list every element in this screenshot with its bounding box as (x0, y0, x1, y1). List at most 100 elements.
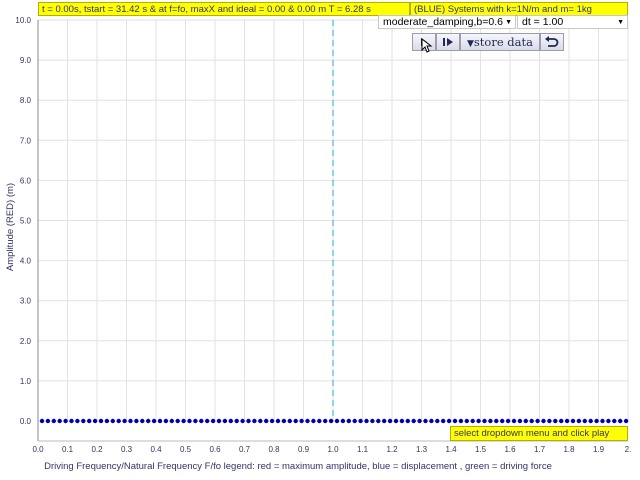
displacement-point (334, 418, 340, 424)
displacement-point (511, 418, 517, 424)
displacement-point (352, 418, 357, 424)
displacement-point (523, 418, 528, 424)
displacement-point (323, 418, 328, 424)
displacement-point (405, 418, 410, 424)
displacement-point (146, 418, 151, 424)
x-tick-labels: 0.0 0.1 0.2 0.3 0.4 0.5 0.6 0.7 0.8 0.9 1.0 1.1 1.2 1… (32, 445, 631, 454)
x-tick-label: 1.7 (534, 445, 546, 454)
displacement-point (435, 418, 440, 424)
displacement-point (92, 418, 98, 424)
displacement-point (216, 418, 222, 424)
x-tick-label: 1.5 (475, 445, 487, 454)
x-tick-label: 0.4 (150, 445, 162, 454)
x-tick-label: 0.5 (180, 445, 192, 454)
displacement-point (358, 418, 363, 424)
x-tick-label: 0.2 (91, 445, 103, 454)
displacement-point (187, 418, 192, 424)
displacement-point (588, 418, 593, 424)
y-tick-label: 4.0 (20, 257, 32, 266)
system-info-label: (BLUE) Systems with k=1N/m and m= 1kg (410, 2, 628, 16)
displacement-point (500, 418, 505, 424)
displacement-point (299, 418, 304, 424)
displacement-point (234, 418, 239, 424)
displacement-point (482, 418, 487, 424)
y-tick-label: 6.0 (20, 176, 32, 185)
damping-dropdown-value: moderate_damping,b=0.6 (383, 16, 503, 28)
x-tick-label: 0.0 (32, 445, 44, 454)
x-tick-label: 0.8 (268, 445, 280, 454)
displacement-point (600, 418, 605, 424)
displacement-point (411, 418, 416, 424)
x-tick-label: 0.1 (62, 445, 74, 454)
displacement-point (317, 418, 322, 424)
x-tick-label: 1.0 (327, 445, 339, 454)
displacement-point (39, 418, 45, 424)
displacement-point (399, 418, 405, 424)
displacement-point (529, 418, 534, 424)
x-tick-label: 1.9 (593, 445, 605, 454)
displacement-point (98, 418, 104, 424)
y-tick-label: 1.0 (20, 377, 32, 386)
displacement-point (606, 418, 611, 424)
displacement-point (370, 418, 375, 424)
displacement-point (151, 418, 157, 424)
displacement-point (258, 418, 263, 424)
mouse-cursor-icon (421, 38, 433, 53)
displacement-point (205, 418, 210, 424)
displacement-point (618, 418, 623, 424)
displacement-point (275, 418, 281, 424)
displacement-point (429, 418, 434, 424)
y-tick-label: 7.0 (20, 136, 32, 145)
displacement-point (582, 418, 587, 424)
displacement-point (547, 418, 552, 424)
x-tick-label: 1.2 (386, 445, 398, 454)
triangle-down-icon: ▼ (466, 39, 474, 49)
undo-button[interactable] (540, 33, 564, 51)
displacement-point (382, 418, 387, 424)
damping-dropdown[interactable]: moderate_damping,b=0.6 ▼ (378, 15, 516, 29)
dt-dropdown[interactable]: dt = 1.00 ▼ (517, 15, 628, 29)
y-tick-label: 9.0 (20, 56, 32, 65)
displacement-point (594, 418, 599, 424)
displacement-point (264, 418, 269, 424)
displacement-point (564, 418, 570, 424)
displacement-point (116, 418, 121, 424)
x-tick-label: 1.6 (504, 445, 516, 454)
displacement-point (157, 418, 163, 424)
displacement-point (446, 418, 452, 424)
displacement-point (293, 418, 298, 424)
step-forward-button[interactable] (436, 33, 460, 51)
x-tick-label: 0.7 (239, 445, 251, 454)
undo-icon (545, 36, 559, 47)
store-data-button[interactable]: ▼store data (460, 33, 540, 51)
displacement-point (559, 418, 564, 424)
displacement-point (193, 418, 198, 424)
dt-dropdown-value: dt = 1.00 (522, 16, 564, 28)
displacement-point (246, 418, 251, 424)
displacement-point (75, 418, 80, 424)
y-tick-labels: 0.0 1.0 2.0 3.0 4.0 5.0 6.0 7.0 8.0 9.0 10.0 (15, 16, 31, 426)
displacement-point (199, 418, 204, 424)
displacement-point (228, 418, 233, 424)
displacement-point (69, 418, 74, 424)
displacement-point (328, 418, 334, 424)
displacement-point (63, 418, 68, 424)
displacement-point (128, 418, 133, 424)
displacement-point (387, 418, 393, 424)
y-tick-label: 5.0 (20, 217, 32, 226)
x-axis-label: Driving Frequency/Natural Frequency F/fo… (44, 461, 552, 472)
store-data-label: store data (473, 35, 534, 49)
displacement-point (240, 418, 245, 424)
displacement-point (476, 418, 481, 424)
x-tick-label: 1.3 (416, 445, 428, 454)
displacement-point (464, 418, 469, 424)
displacement-point (364, 418, 369, 424)
displacement-point (175, 418, 180, 424)
displacement-point (163, 418, 169, 424)
displacement-point (541, 418, 546, 424)
displacement-point (87, 418, 92, 424)
displacement-point (140, 418, 145, 424)
displacement-point (458, 418, 464, 424)
displacement-point (169, 418, 174, 424)
displacement-point (252, 418, 257, 424)
